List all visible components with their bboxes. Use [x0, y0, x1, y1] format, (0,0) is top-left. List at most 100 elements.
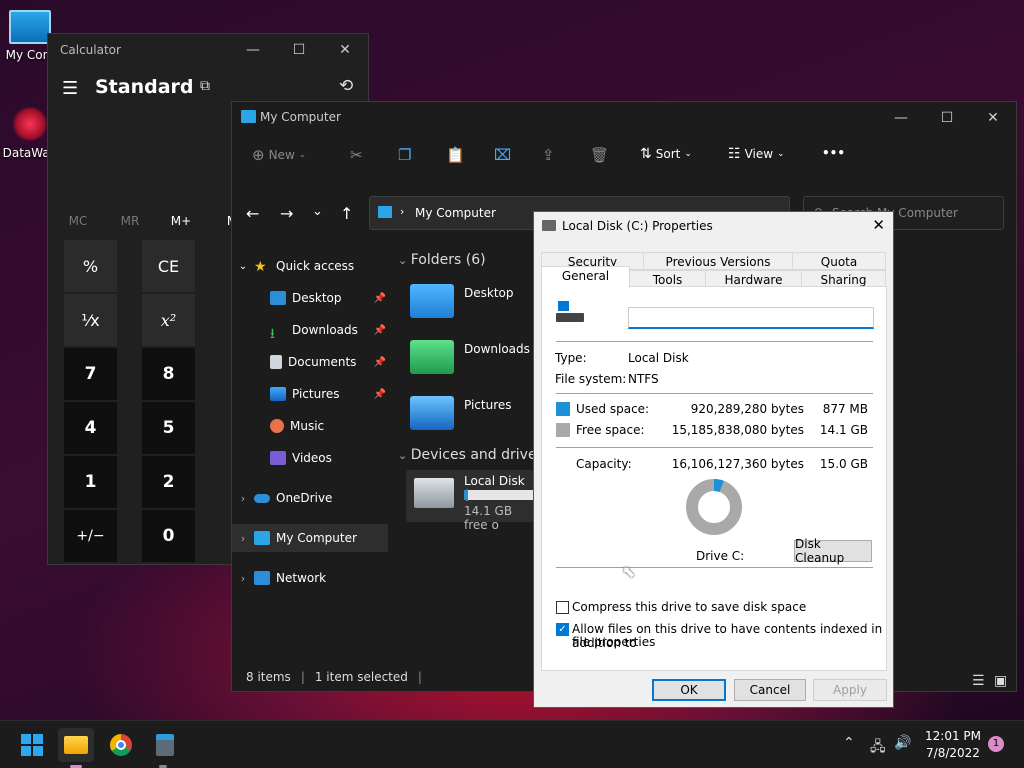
- free-space-bytes: 15,185,838,080 bytes: [671, 423, 804, 437]
- forward-arrow-icon[interactable]: →: [280, 204, 293, 223]
- monitor-icon: [241, 110, 256, 123]
- taskbar-chrome[interactable]: [103, 728, 139, 762]
- square-button[interactable]: x²: [142, 294, 195, 346]
- memory-recall-button[interactable]: MR: [110, 214, 150, 228]
- tab-quota[interactable]: Quota: [792, 252, 886, 270]
- close-icon[interactable]: ✕: [970, 102, 1016, 134]
- memory-clear-button[interactable]: MC: [58, 214, 98, 228]
- used-space-size: 877 MB: [822, 402, 868, 416]
- clock-date[interactable]: 7/8/2022: [925, 746, 981, 760]
- chevron-up-icon[interactable]: ⌃: [843, 735, 855, 751]
- network-icon[interactable]: 🖧: [870, 736, 886, 760]
- tab-previous-versions[interactable]: Previous Versions: [643, 252, 793, 270]
- hard-drive-icon: [542, 220, 556, 231]
- index-checkbox[interactable]: ✓: [556, 623, 569, 636]
- digit-4-button[interactable]: 4: [64, 402, 117, 454]
- folders-section-header[interactable]: ⌄ Folders (6): [398, 252, 486, 268]
- cancel-button[interactable]: Cancel: [734, 679, 806, 701]
- view-button[interactable]: ☷ View ⌄: [728, 146, 785, 162]
- ok-button[interactable]: OK: [652, 679, 726, 701]
- sidebar-item-my-computer[interactable]: › My Computer: [232, 524, 388, 552]
- tiles-view-icon[interactable]: ▣: [994, 673, 1007, 689]
- keep-on-top-icon[interactable]: ⧉: [200, 78, 210, 94]
- folder-downloads[interactable]: Downloads: [410, 336, 530, 380]
- percent-button[interactable]: %: [64, 240, 117, 292]
- index-label-line2: file properties: [572, 635, 656, 649]
- details-view-icon[interactable]: ☰: [972, 673, 985, 689]
- apply-button[interactable]: Apply: [813, 679, 887, 701]
- sidebar-item-downloads[interactable]: ⭳ Downloads 📌: [232, 316, 388, 344]
- sidebar-item-network[interactable]: › Network: [232, 564, 388, 592]
- clock-time[interactable]: 12:01 PM: [925, 729, 981, 743]
- back-arrow-icon[interactable]: ←: [246, 204, 259, 223]
- chevron-down-icon: ⌄: [777, 149, 785, 159]
- rename-icon[interactable]: ⌧: [494, 146, 511, 164]
- drive-free-text: 14.1 GB free o: [464, 504, 513, 532]
- recent-locations-chevron-icon[interactable]: ⌄: [312, 204, 323, 219]
- free-space-label: Free space:: [576, 423, 645, 437]
- chevron-right-icon: ›: [240, 571, 246, 585]
- devices-section-header[interactable]: ⌄ Devices and drives: [398, 447, 544, 463]
- maximize-icon[interactable]: ☐: [924, 102, 970, 134]
- sidebar-item-onedrive[interactable]: › OneDrive: [232, 484, 388, 512]
- close-icon[interactable]: ✕: [872, 216, 885, 234]
- app-logo-icon: [12, 106, 48, 142]
- sidebar-item-music[interactable]: Music: [232, 412, 388, 440]
- disk-usage-donut: [686, 479, 742, 535]
- capacity-size: 15.0 GB: [819, 457, 868, 471]
- pin-icon: 📌: [373, 388, 386, 400]
- digit-1-button[interactable]: 1: [64, 456, 117, 508]
- disk-cleanup-button[interactable]: Disk Cleanup: [794, 537, 872, 565]
- new-button[interactable]: ⊕ New ⌄: [252, 146, 306, 164]
- sidebar-item-videos[interactable]: Videos: [232, 444, 388, 472]
- plus-circle-icon: ⊕: [252, 146, 265, 164]
- digit-2-button[interactable]: 2: [142, 456, 195, 508]
- notification-badge[interactable]: 1: [988, 736, 1004, 752]
- copy-icon[interactable]: ❐: [398, 146, 411, 164]
- digit-7-button[interactable]: 7: [64, 348, 117, 400]
- history-icon[interactable]: ⟲: [339, 76, 353, 96]
- address-text: My Computer: [415, 206, 496, 220]
- drive-tile-local-disk[interactable]: Local Disk (C: 14.1 GB free o: [406, 470, 534, 532]
- compress-checkbox[interactable]: [556, 601, 569, 614]
- share-icon[interactable]: ⇪: [542, 146, 555, 164]
- tab-general[interactable]: General: [541, 266, 630, 288]
- chevron-down-icon: ⌄: [238, 260, 248, 272]
- digit-0-button[interactable]: 0: [142, 510, 195, 562]
- folder-desktop[interactable]: Desktop: [410, 280, 530, 324]
- mouse-cursor-icon: ⬉: [622, 562, 636, 581]
- up-arrow-icon[interactable]: ↑: [340, 204, 353, 223]
- dialog-title: Local Disk (C:) Properties: [562, 219, 713, 233]
- desktop-folder-icon: [410, 284, 454, 318]
- minimize-icon[interactable]: —: [230, 34, 276, 66]
- hamburger-menu-icon[interactable]: ☰: [62, 78, 78, 99]
- chevron-right-icon: ›: [400, 205, 405, 218]
- sidebar-item-pictures[interactable]: Pictures 📌: [232, 380, 388, 408]
- reciprocal-button[interactable]: ¹⁄x: [64, 294, 117, 346]
- folder-pictures[interactable]: Pictures: [410, 392, 530, 436]
- selection-count: 1 item selected: [314, 670, 408, 684]
- volume-icon[interactable]: 🔊: [894, 735, 911, 751]
- cut-icon[interactable]: ✂: [350, 146, 363, 164]
- download-icon: ⭳: [270, 326, 275, 342]
- sidebar-item-quick-access[interactable]: ⌄ ★ Quick access: [232, 252, 388, 280]
- sidebar-item-desktop[interactable]: Desktop 📌: [232, 284, 388, 312]
- taskbar-file-explorer[interactable]: [58, 728, 94, 762]
- memory-add-button[interactable]: M+: [161, 214, 201, 228]
- start-button[interactable]: [14, 728, 50, 762]
- drive-name-input[interactable]: [628, 307, 874, 329]
- clear-entry-button[interactable]: CE: [142, 240, 195, 292]
- digit-5-button[interactable]: 5: [142, 402, 195, 454]
- negate-button[interactable]: +/−: [64, 510, 117, 562]
- sort-button[interactable]: ⇅ Sort ⌄: [640, 146, 692, 162]
- digit-8-button[interactable]: 8: [142, 348, 195, 400]
- minimize-icon[interactable]: —: [878, 102, 924, 134]
- taskbar-calculator[interactable]: [147, 728, 183, 762]
- sidebar-item-documents[interactable]: Documents 📌: [232, 348, 388, 376]
- paste-icon[interactable]: 📋: [446, 146, 465, 164]
- delete-icon[interactable]: 🗑: [590, 146, 609, 164]
- sort-icon: ⇅: [640, 146, 652, 162]
- close-icon[interactable]: ✕: [322, 34, 368, 66]
- maximize-icon[interactable]: ☐: [276, 34, 322, 66]
- more-options-button[interactable]: •••: [822, 146, 845, 160]
